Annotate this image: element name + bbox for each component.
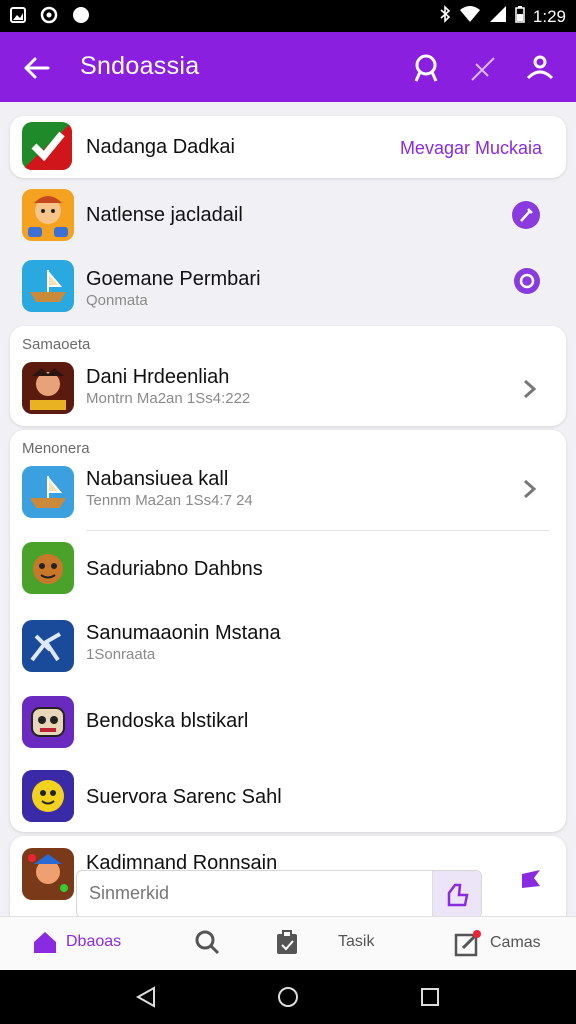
- sync-notification-icon: [40, 6, 58, 29]
- flag-icon[interactable]: [518, 866, 544, 892]
- section-label: Samaoeta: [22, 336, 91, 353]
- nav-label: Camas: [490, 934, 541, 951]
- app-icon-ship: [22, 466, 74, 518]
- top-list: Natlense jacladail Goemane Permbari Qonm…: [10, 182, 566, 322]
- thumb-icon: [447, 883, 469, 907]
- list-item-subtitle: 1Sonraata: [86, 646, 156, 663]
- dot-notification-icon: [72, 6, 90, 29]
- app-icon-yellow-hero: [22, 770, 74, 822]
- search-input[interactable]: Sinmerkid: [76, 870, 482, 916]
- app-icon-checkmark: [22, 122, 72, 170]
- bluetooth-icon: [439, 5, 451, 28]
- status-bar: 1:29: [0, 0, 576, 32]
- featured-action-link[interactable]: Mevagar Muckaia: [400, 138, 542, 159]
- search-placeholder: Sinmerkid: [89, 883, 170, 903]
- app-icon-creature: [22, 542, 74, 594]
- tools-button[interactable]: [466, 50, 502, 86]
- search-submit-button[interactable]: [432, 871, 481, 916]
- list-item-title: Sanumaaonin Mstana: [86, 622, 281, 644]
- nav-item-home[interactable]: Dbaoas: [32, 929, 121, 955]
- list-item-subtitle: Montrn Ma2an 1Ss4:222: [86, 390, 251, 407]
- app-bar: Sndoassia: [0, 32, 576, 102]
- magic-wand-icon: [471, 57, 495, 81]
- gallery-notification-icon: [10, 7, 26, 28]
- back-triangle-icon[interactable]: [134, 985, 158, 1009]
- list-item[interactable]: Natlense jacladail: [10, 182, 566, 248]
- section-card-1: Samaoeta Dani Hrdeenliah Montrn Ma2an 1S…: [10, 326, 566, 426]
- home-icon: [34, 932, 56, 953]
- battery-icon: [515, 5, 525, 28]
- back-arrow-icon: [24, 57, 50, 79]
- app-icon-ship: [22, 260, 74, 312]
- app-icon-warrior: [22, 362, 74, 414]
- app-icon-robot: [22, 620, 74, 672]
- nav-item-search[interactable]: [194, 929, 220, 955]
- info-badge-icon[interactable]: [514, 268, 540, 294]
- signal-icon: [489, 5, 507, 28]
- clipboard-icon: [277, 930, 297, 954]
- person-icon: [526, 55, 554, 80]
- chevron-right-icon: [524, 379, 537, 399]
- edit-badge-icon[interactable]: [512, 201, 540, 229]
- list-item[interactable]: Nabansiuea kall Tennm Ma2an 1Ss4:7 24: [10, 460, 566, 530]
- list-item-title: Saduriabno Dahbns: [86, 558, 263, 580]
- chevron-right-icon: [524, 479, 537, 499]
- main-content: Nadanga Dadkai Mevagar Muckaia Natlense …: [0, 102, 576, 916]
- list-item[interactable]: Goemane Permbari Qonmata: [10, 250, 566, 320]
- list-item[interactable]: Suervora Sarenc Sahl: [10, 764, 566, 832]
- edit-icon: [454, 930, 481, 957]
- list-item-title: Bendoska blstikarl: [86, 710, 249, 732]
- list-item-title: Nabansiuea kall: [86, 468, 229, 490]
- recents-square-icon[interactable]: [418, 985, 442, 1009]
- nav-item-tasks[interactable]: Tasik: [338, 933, 374, 951]
- search-icon: [414, 54, 438, 82]
- back-button[interactable]: [18, 50, 54, 86]
- list-item[interactable]: Bendoska blstikarl: [10, 688, 566, 758]
- app-icon-character: [22, 189, 74, 241]
- divider: [86, 530, 550, 531]
- nav-label: Dbaoas: [66, 933, 122, 950]
- clock-text: 1:29: [532, 6, 566, 26]
- nav-label: Tasik: [338, 933, 375, 950]
- nav-item-compose[interactable]: Camas: [454, 929, 541, 957]
- home-circle-icon[interactable]: [276, 985, 300, 1009]
- bottom-navigation: Dbaoas Tasik Camas: [0, 916, 576, 971]
- app-icon-adventurer: [22, 848, 74, 900]
- list-item-title: Goemane Permbari: [86, 268, 261, 290]
- page-title: Sndoassia: [80, 52, 200, 80]
- system-navigation-bar: [0, 970, 576, 1024]
- list-item-title: Dani Hrdeenliah: [86, 366, 230, 388]
- section-label: Menonera: [22, 440, 90, 457]
- list-item[interactable]: Dani Hrdeenliah Montrn Ma2an 1Ss4:222: [10, 358, 566, 422]
- search-icon: [195, 930, 220, 955]
- list-item-title: Natlense jacladail: [86, 204, 243, 226]
- section-card-2: Menonera Nabansiuea kall Tennm Ma2an 1Ss…: [10, 430, 566, 832]
- account-button[interactable]: [522, 50, 558, 86]
- search-button[interactable]: [408, 50, 444, 86]
- list-item-subtitle: Tennm Ma2an 1Ss4:7 24: [86, 492, 253, 509]
- list-item[interactable]: Sanumaaonin Mstana 1Sonraata: [10, 610, 566, 682]
- wifi-icon: [459, 5, 481, 28]
- nav-item-clipboard[interactable]: [274, 929, 300, 955]
- list-item-title: Suervora Sarenc Sahl: [86, 786, 282, 808]
- featured-title: Nadanga Dadkai: [86, 136, 235, 158]
- featured-card[interactable]: Nadanga Dadkai Mevagar Muckaia: [10, 116, 566, 178]
- list-item[interactable]: Saduriabno Dahbns: [10, 534, 566, 604]
- list-item-subtitle: Qonmata: [86, 292, 148, 309]
- app-icon-mask: [22, 696, 74, 748]
